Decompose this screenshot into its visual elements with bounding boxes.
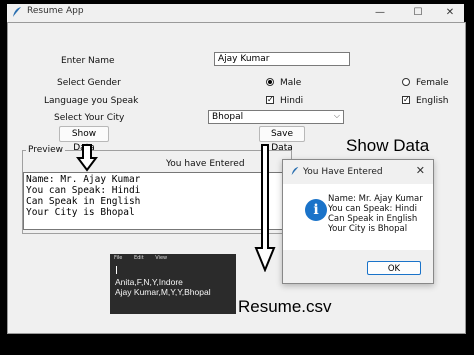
gender-radio-male[interactable] — [266, 78, 274, 86]
title-bar: Resume App — ☐ ✕ — [7, 4, 464, 23]
text-caret — [116, 266, 117, 274]
preview-line: You can Speak: Hindi — [26, 185, 141, 196]
dialog-title: You Have Entered — [303, 167, 383, 177]
csv-line: Ajay Kumar,M,Y,Y,Bhopal — [115, 287, 211, 297]
preview-line: Name: Mr. Ajay Kumar — [26, 174, 141, 185]
message-dialog: You Have Entered ✕ i Name: Mr. Ajay Kuma… — [282, 159, 434, 284]
csv-notepad-window: File Edit View Anita,F,N,Y,Indore Ajay K… — [110, 254, 236, 314]
dialog-close-icon[interactable]: ✕ — [416, 164, 425, 177]
preview-text-area[interactable]: Name: Mr. Ajay Kumar You can Speak: Hind… — [23, 172, 290, 230]
dialog-line: Can Speak in English — [328, 214, 418, 224]
ok-button[interactable]: OK — [367, 261, 421, 275]
chevron-down-icon: ⌵ — [333, 111, 340, 120]
close-button[interactable]: ✕ — [437, 4, 463, 22]
resume-csv-annotation: Resume.csv — [238, 297, 332, 316]
dialog-line: Name: Mr. Ajay Kumar — [328, 194, 423, 204]
gender-label: Select Gender — [57, 78, 121, 88]
city-select[interactable]: Bhopal ⌵ — [208, 110, 344, 124]
window-title: Resume App — [27, 6, 84, 16]
maximize-button[interactable]: ☐ — [405, 4, 431, 22]
feather-icon — [13, 7, 21, 17]
city-label: Select Your City — [54, 113, 125, 123]
long-down-arrow-icon — [254, 144, 276, 272]
preview-line: Your City is Bhopal — [26, 207, 135, 218]
language-option-english: English — [416, 96, 449, 106]
language-check-hindi[interactable]: ✓ — [266, 96, 274, 104]
csv-line: Anita,F,N,Y,Indore — [115, 277, 183, 287]
name-label: Enter Name — [61, 56, 115, 66]
preview-line: Can Speak in English — [26, 196, 141, 207]
gender-option-male: Male — [280, 78, 302, 88]
gender-option-female: Female — [416, 78, 449, 88]
menu-file[interactable]: File — [114, 255, 122, 261]
city-select-value: Bhopal — [212, 112, 244, 122]
show-data-button[interactable]: Show Data — [59, 126, 109, 153]
gender-radio-female[interactable] — [402, 78, 410, 86]
name-input[interactable]: Ajay Kumar — [214, 52, 350, 66]
info-icon: i — [305, 199, 327, 221]
save-data-button[interactable]: Save Data — [259, 126, 305, 153]
csv-content[interactable]: Anita,F,N,Y,Indore Ajay Kumar,M,Y,Y,Bhop… — [115, 277, 211, 297]
preview-legend: Preview — [26, 145, 66, 155]
dialog-line: You can Speak: Hindi — [328, 204, 417, 214]
minimize-button[interactable]: — — [367, 4, 393, 22]
language-label: Language you Speak — [44, 96, 139, 106]
feather-icon — [291, 166, 299, 176]
show-data-annotation: Show Data — [346, 136, 430, 155]
preview-header: You have Entered — [166, 159, 245, 169]
language-check-english[interactable]: ✓ — [402, 96, 410, 104]
notepad-menu: File Edit View — [114, 255, 177, 261]
down-arrow-icon — [76, 144, 98, 172]
dialog-line: Your City is Bhopal — [328, 224, 408, 234]
language-option-hindi: Hindi — [280, 96, 304, 106]
menu-view[interactable]: View — [155, 255, 167, 261]
dialog-message: Name: Mr. Ajay Kumar You can Speak: Hind… — [328, 194, 423, 234]
menu-edit[interactable]: Edit — [134, 255, 144, 261]
dialog-body: i Name: Mr. Ajay Kumar You can Speak: Hi… — [283, 184, 433, 250]
